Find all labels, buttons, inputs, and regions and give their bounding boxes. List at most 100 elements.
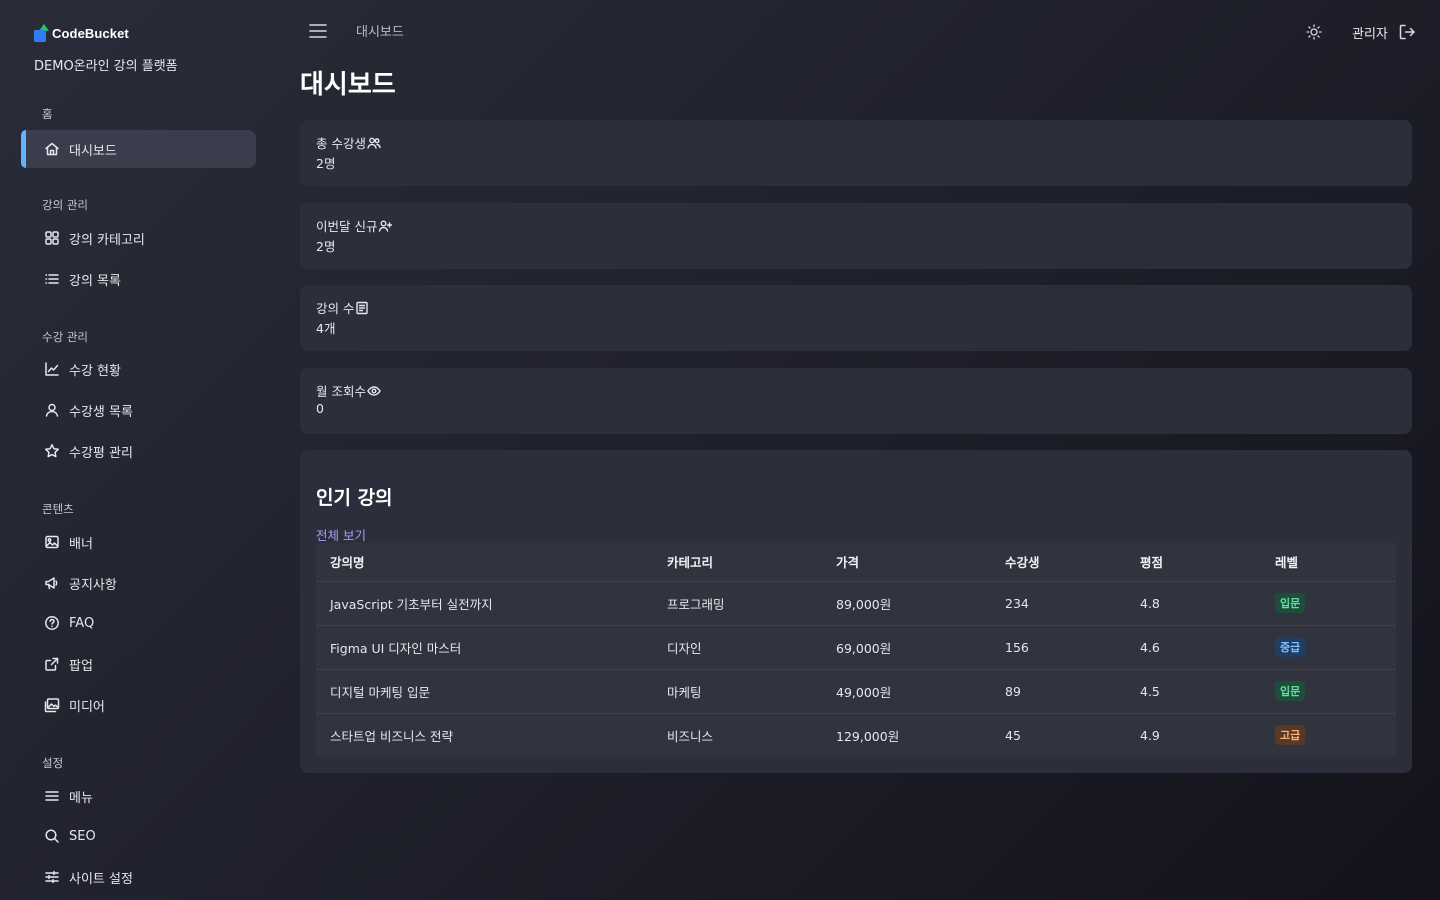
column-header-category[interactable]: 카테고리 — [653, 543, 822, 582]
user-icon — [44, 402, 60, 418]
stat-label: 이번달 신규 — [316, 219, 378, 234]
sidebar-item-menu[interactable]: 메뉴 — [21, 777, 256, 815]
course-name: 디지털 마케팅 입문 — [316, 669, 653, 714]
sliders-icon — [44, 869, 60, 885]
popular-courses-table: 강의명 카테고리 가격 수강생 평점 레벨 JavaScript 기초부터 실전… — [316, 543, 1396, 757]
image-icon — [44, 534, 60, 550]
sidebar-item-label: SEO — [69, 828, 96, 844]
users-icon — [367, 137, 381, 149]
book-icon — [356, 301, 369, 314]
course-category: 비즈니스 — [667, 728, 714, 744]
menu-icon — [44, 788, 60, 804]
sun-icon — [1306, 24, 1322, 40]
table-row[interactable]: JavaScript 기초부터 실전까지 프로그래밍 89,000원 234 4… — [316, 581, 1396, 626]
sidebar-item-label: 메뉴 — [69, 790, 93, 806]
course-price: 89,000원 — [822, 581, 991, 626]
sidebar-item-notice[interactable]: 공지사항 — [21, 564, 256, 602]
course-name: Figma UI 디자인 마스터 — [316, 625, 653, 670]
theme-toggle-button[interactable] — [1305, 23, 1323, 41]
column-header-level[interactable]: 레벨 — [1261, 543, 1396, 582]
stat-label: 총 수강생 — [316, 136, 366, 151]
page-title: 대시보드 — [300, 70, 396, 100]
user-plus-icon — [379, 220, 393, 232]
media-icon — [44, 697, 60, 713]
site-name: DEMO온라인 강의 플랫폼 — [34, 59, 178, 74]
stat-card-new-this-month: 이번달 신규 2명 — [300, 203, 1412, 269]
view-all-link[interactable]: 전체 보기 — [316, 525, 366, 544]
sidebar-item-banner[interactable]: 배너 — [21, 523, 256, 561]
course-price: 129,000원 — [836, 728, 900, 744]
sidebar-item-dashboard[interactable]: 대시보드 — [21, 130, 256, 168]
logout-button[interactable] — [1398, 23, 1416, 41]
stat-value: 2명 — [316, 156, 336, 171]
stat-value: 0 — [316, 401, 324, 416]
brand-logo[interactable]: CodeBucket — [34, 24, 129, 42]
stat-card-total-students: 총 수강생 2명 — [300, 120, 1412, 186]
chart-line-icon — [44, 361, 60, 377]
course-name: JavaScript 기초부터 실전까지 — [316, 581, 653, 626]
course-rating: 4.9 — [1140, 727, 1160, 743]
sidebar-item-label: 강의 목록 — [69, 273, 121, 289]
table-header-row: 강의명 카테고리 가격 수강생 평점 레벨 — [316, 543, 1396, 582]
stat-card-monthly-views: 월 조회수 0 — [300, 368, 1412, 434]
popular-courses-title: 인기 강의 — [316, 487, 393, 509]
stat-value: 4개 — [316, 321, 336, 336]
hamburger-menu-button[interactable] — [308, 22, 328, 40]
sidebar-item-label: 사이트 설정 — [69, 871, 133, 887]
stat-label: 월 조회수 — [316, 384, 366, 399]
sidebar-item-faq[interactable]: FAQ — [21, 604, 256, 642]
stat-label: 강의 수 — [316, 301, 355, 316]
level-badge: 중급 — [1275, 637, 1306, 657]
level-badge: 입문 — [1275, 681, 1306, 701]
course-students: 234 — [991, 581, 1126, 626]
table-row[interactable]: 디지털 마케팅 입문 마케팅 49,000원 89 4.5 입문 — [316, 669, 1396, 714]
section-label-settings: 설정 — [42, 756, 64, 770]
home-icon — [44, 141, 60, 157]
sidebar-item-label: 수강생 목록 — [69, 404, 133, 420]
codebucket-logo-icon — [34, 24, 49, 42]
search-icon — [44, 828, 60, 844]
grid-icon — [44, 230, 60, 246]
course-rating: 4.6 — [1126, 625, 1261, 670]
sidebar-item-label: FAQ — [69, 615, 95, 631]
sidebar-item-popup[interactable]: 팝업 — [21, 645, 256, 683]
sidebar-item-course-list[interactable]: 강의 목록 — [21, 260, 256, 298]
sidebar-item-label: 팝업 — [69, 658, 93, 674]
stat-card-course-count: 강의 수 4개 — [300, 285, 1412, 351]
course-rating: 4.5 — [1126, 669, 1261, 714]
section-label-courses: 강의 관리 — [42, 198, 88, 212]
course-students: 89 — [991, 669, 1126, 714]
sidebar-item-label: 대시보드 — [69, 143, 117, 159]
list-icon — [44, 271, 60, 287]
column-header-name[interactable]: 강의명 — [316, 543, 653, 582]
star-icon — [44, 443, 60, 459]
brand-name: CodeBucket — [52, 25, 129, 41]
popup-icon — [44, 656, 60, 672]
section-label-contents: 콘텐츠 — [42, 502, 74, 516]
sidebar-item-label: 미디어 — [69, 699, 105, 715]
course-category: 프로그래밍 — [653, 581, 822, 626]
user-name: 관리자 — [1352, 27, 1388, 42]
sidebar-item-course-category[interactable]: 강의 카테고리 — [21, 219, 256, 257]
column-header-rating[interactable]: 평점 — [1126, 543, 1261, 582]
sidebar-item-label: 공지사항 — [69, 577, 117, 593]
sidebar-item-media[interactable]: 미디어 — [21, 686, 256, 724]
table-row[interactable]: Figma UI 디자인 마스터 디자인 69,000원 156 4.6 중급 — [316, 625, 1396, 670]
stat-value: 2명 — [316, 239, 336, 254]
sidebar-item-student-list[interactable]: 수강생 목록 — [21, 391, 256, 429]
question-icon — [44, 615, 60, 631]
sidebar-item-enrollment-status[interactable]: 수강 현황 — [21, 350, 256, 388]
breadcrumb: 대시보드 — [356, 25, 404, 40]
sidebar-item-reviews[interactable]: 수강평 관리 — [21, 432, 256, 470]
column-header-price[interactable]: 가격 — [822, 543, 991, 582]
sidebar-item-site-settings[interactable]: 사이트 설정 — [21, 858, 256, 896]
section-label-enrollment: 수강 관리 — [42, 330, 88, 344]
eye-icon — [367, 385, 381, 396]
course-price: 49,000원 — [822, 669, 991, 714]
course-students: 156 — [991, 625, 1126, 670]
level-badge: 고급 — [1275, 725, 1306, 746]
column-header-students[interactable]: 수강생 — [991, 543, 1126, 582]
sidebar-item-seo[interactable]: SEO — [21, 817, 256, 855]
megaphone-icon — [44, 575, 60, 591]
table-row[interactable]: 스타트업 비즈니스 전략 비즈니스 129,000원 45 4.9 고급 — [316, 713, 1396, 757]
